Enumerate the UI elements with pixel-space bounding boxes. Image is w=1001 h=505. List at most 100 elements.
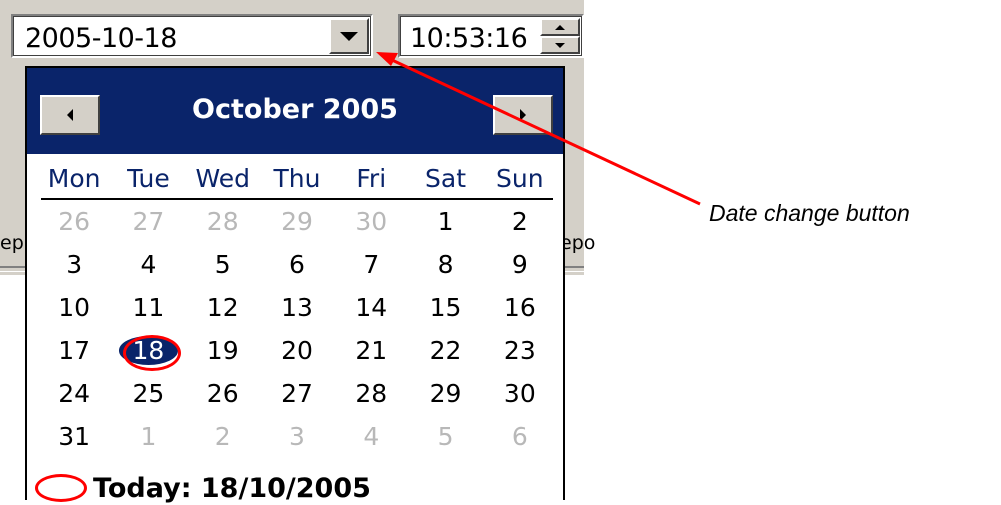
calendar-day[interactable]: 30: [483, 374, 557, 417]
calendar-day-number: 12: [206, 293, 239, 322]
time-picker-field[interactable]: 10:53:16: [398, 14, 584, 58]
calendar-day[interactable]: 3: [260, 417, 334, 460]
calendar-day[interactable]: 28: [334, 374, 408, 417]
calendar-day[interactable]: 31: [37, 417, 111, 460]
calendar-day[interactable]: 3: [37, 245, 111, 288]
calendar-day[interactable]: 10: [37, 288, 111, 331]
calendar-day-number: 6: [511, 422, 528, 451]
calendar-day[interactable]: 22: [408, 331, 482, 374]
weekday-label: Mon: [47, 164, 101, 193]
calendar-day[interactable]: 15: [408, 288, 482, 331]
calendar-header: October 2005: [27, 68, 563, 154]
calendar-day-number: 19: [206, 336, 239, 365]
annotation-label: Date change button: [709, 200, 910, 226]
calendar-day[interactable]: 1: [111, 417, 185, 460]
calendar-day-number: 27: [281, 379, 313, 408]
time-value[interactable]: 10:53:16: [410, 23, 528, 54]
background-text-left: ep: [0, 232, 24, 254]
calendar-day-number: 5: [437, 422, 454, 451]
time-spinner[interactable]: [540, 18, 580, 54]
calendar-day-number: 28: [206, 207, 239, 236]
calendar-day-number: 5: [214, 250, 231, 279]
spin-down-button[interactable]: [540, 36, 580, 54]
calendar-day-number: 13: [281, 293, 313, 322]
calendar-day-number: 14: [355, 293, 388, 322]
calendar-day-number: 29: [281, 207, 313, 236]
calendar-day[interactable]: 21: [334, 331, 408, 374]
calendar-day[interactable]: 29: [260, 202, 334, 245]
calendar-day[interactable]: 20: [260, 331, 334, 374]
weekday-label: Sun: [496, 164, 544, 193]
calendar-day[interactable]: 6: [483, 417, 557, 460]
calendar-day-number: 11: [132, 293, 165, 322]
calendar-day[interactable]: 7: [334, 245, 408, 288]
calendar-day-number: 21: [355, 336, 388, 365]
weekday-label: Wed: [195, 164, 250, 193]
calendar-day-selected[interactable]: 18: [111, 331, 185, 374]
weekday-label: Tue: [127, 164, 170, 193]
calendar-day[interactable]: 5: [408, 417, 482, 460]
calendar-week-row: 24 25 26 27 28 29 30: [37, 374, 557, 417]
calendar-day[interactable]: 29: [408, 374, 482, 417]
calendar-day-number: 26: [206, 379, 239, 408]
calendar-day-number: 29: [429, 379, 462, 408]
calendar-day-number: 26: [58, 207, 91, 236]
calendar-day[interactable]: 5: [186, 245, 260, 288]
calendar-day[interactable]: 25: [111, 374, 185, 417]
calendar-day-number: 31: [58, 422, 91, 451]
calendar-day[interactable]: 2: [186, 417, 260, 460]
calendar-day[interactable]: 27: [260, 374, 334, 417]
calendar-day-number: 25: [132, 379, 165, 408]
calendar-day[interactable]: 26: [37, 202, 111, 245]
spin-up-button[interactable]: [540, 18, 580, 36]
today-label[interactable]: Today: 18/10/2005: [93, 473, 371, 504]
date-picker-field[interactable]: 2005-10-18: [11, 14, 373, 58]
calendar-day[interactable]: 19: [186, 331, 260, 374]
date-value[interactable]: 2005-10-18: [25, 23, 177, 54]
calendar-week-row: 10 11 12 13 14 15 16: [37, 288, 557, 331]
calendar-day[interactable]: 13: [260, 288, 334, 331]
calendar-day-number: 4: [363, 422, 380, 451]
calendar-day[interactable]: 30: [334, 202, 408, 245]
date-dropdown-button[interactable]: [329, 18, 369, 54]
weekday-header: Mon Tue Wed Thu Fri Sat Sun: [37, 164, 557, 198]
month-title: October 2005: [192, 94, 398, 125]
calendar-day-number: 22: [429, 336, 462, 365]
weekday-label: Thu: [273, 164, 321, 193]
calendar-day[interactable]: 14: [334, 288, 408, 331]
calendar-week-row: 26 27 28 29 30 1 2: [37, 202, 557, 245]
arrow-right-icon: [520, 109, 526, 121]
calendar-day[interactable]: 12: [186, 288, 260, 331]
background-text-right: epo: [560, 232, 596, 254]
calendar-day[interactable]: 26: [186, 374, 260, 417]
weekday-divider: [41, 198, 553, 200]
calendar-day-number: 16: [503, 293, 536, 322]
calendar-day-number: 15: [429, 293, 462, 322]
calendar-day[interactable]: 28: [186, 202, 260, 245]
calendar-day[interactable]: 24: [37, 374, 111, 417]
calendar-day[interactable]: 4: [334, 417, 408, 460]
calendar-day[interactable]: 9: [483, 245, 557, 288]
next-month-button[interactable]: [493, 95, 553, 135]
calendar-day[interactable]: 11: [111, 288, 185, 331]
calendar-day-number: 2: [214, 422, 231, 451]
calendar-day[interactable]: 2: [483, 202, 557, 245]
calendar-day-number: 18: [118, 336, 179, 365]
calendar-day[interactable]: 8: [408, 245, 482, 288]
calendar-day-number: 28: [355, 379, 388, 408]
calendar-day[interactable]: 1: [408, 202, 482, 245]
calendar-week-row: 3 4 5 6 7 8 9: [37, 245, 557, 288]
calendar-popup: October 2005 Mon Tue Wed Thu Fri Sat Sun 26 27 2…: [25, 66, 565, 504]
calendar-day[interactable]: 4: [111, 245, 185, 288]
weekday-label: Fri: [356, 164, 387, 193]
calendar-day[interactable]: 27: [111, 202, 185, 245]
calendar-day-number: 3: [66, 250, 83, 279]
today-marker-icon: [35, 474, 87, 502]
arrow-down-icon: [555, 42, 565, 48]
calendar-day[interactable]: 16: [483, 288, 557, 331]
calendar-day-number: 2: [511, 207, 528, 236]
calendar-day[interactable]: 17: [37, 331, 111, 374]
calendar-day[interactable]: 6: [260, 245, 334, 288]
calendar-week-row: 31 1 2 3 4 5 6: [37, 417, 557, 460]
calendar-day[interactable]: 23: [483, 331, 557, 374]
